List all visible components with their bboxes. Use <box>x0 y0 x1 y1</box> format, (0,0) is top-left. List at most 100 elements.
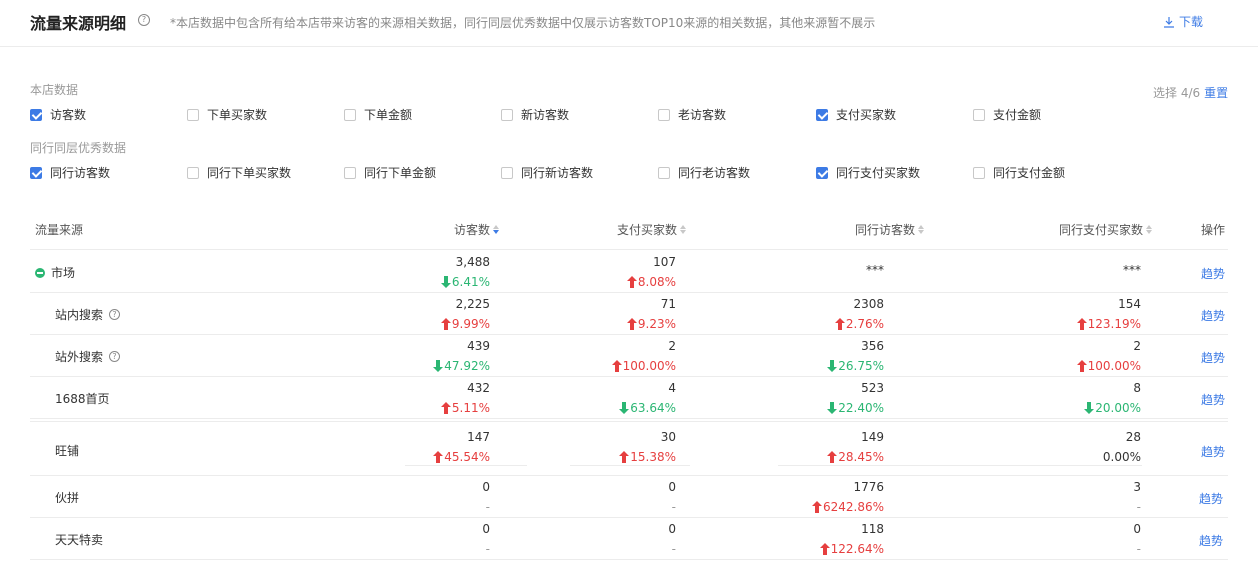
metric-change: 9.23% <box>626 316 676 332</box>
metric-value: 2,225 <box>455 297 490 311</box>
store-metric-checkbox-6[interactable]: 支付金额 <box>973 106 1041 123</box>
checkbox-unchecked-icon[interactable] <box>501 166 513 179</box>
column-peer-visitors[interactable]: 同行访客数 <box>855 221 924 238</box>
store-metric-checkbox-label[interactable]: 支付金额 <box>993 106 1041 123</box>
peer-metric-checkbox-2[interactable]: 同行下单金额 <box>344 164 436 181</box>
arrow-down-icon <box>440 276 451 288</box>
column-pay-buyers[interactable]: 支付买家数 <box>617 221 686 238</box>
checkbox-checked-icon[interactable] <box>816 166 828 179</box>
sort-icon[interactable] <box>680 225 686 234</box>
arrow-up-icon <box>834 318 845 330</box>
peer-metric-checkbox-0[interactable]: 同行访客数 <box>30 164 110 181</box>
trend-link[interactable]: 趋势 <box>1201 265 1225 282</box>
metric-cell: 28 0.00% <box>1103 429 1141 465</box>
download-icon <box>1164 16 1174 28</box>
checkbox-checked-icon[interactable] <box>30 108 42 121</box>
help-icon[interactable]: ? <box>138 14 150 26</box>
peer-metric-checkbox-3[interactable]: 同行新访客数 <box>501 164 593 181</box>
trend-link[interactable]: 趋势 <box>1201 443 1225 460</box>
metric-cell: 2 100.00% <box>611 338 676 374</box>
metric-value: 3 <box>1133 480 1141 494</box>
checkbox-unchecked-icon[interactable] <box>973 108 985 121</box>
source-name-label: 天天特卖 <box>55 533 104 547</box>
checkbox-unchecked-icon[interactable] <box>973 166 985 179</box>
store-metric-checkbox-4[interactable]: 老访客数 <box>658 106 726 123</box>
checkbox-unchecked-icon[interactable] <box>658 108 670 121</box>
peer-metric-checkbox-label[interactable]: 同行访客数 <box>50 164 110 181</box>
column-source-label: 流量来源 <box>35 223 84 237</box>
source-name-label: 市场 <box>51 266 76 280</box>
peer-metric-checkbox-label[interactable]: 同行支付买家数 <box>836 164 920 181</box>
store-metric-checkbox-label[interactable]: 下单买家数 <box>207 106 267 123</box>
peer-metric-checkbox-4[interactable]: 同行老访客数 <box>658 164 750 181</box>
table-row: 伙拼 0-0-1776 6242.86% 3- 趋势 <box>30 476 1228 518</box>
reset-link[interactable]: 重置 <box>1204 86 1228 100</box>
checkbox-unchecked-icon[interactable] <box>658 166 670 179</box>
checkbox-unchecked-icon[interactable] <box>344 108 356 121</box>
peer-metric-checkbox-1[interactable]: 同行下单买家数 <box>187 164 291 181</box>
store-metric-checkbox-label[interactable]: 支付买家数 <box>836 106 896 123</box>
table-row: 旺铺 147 45.54% 30 15.38% 149 28.45% 28 0.00% 趋势 <box>30 424 1228 476</box>
peer-metric-checkbox-label[interactable]: 同行老访客数 <box>678 164 750 181</box>
peer-metric-checkbox-label[interactable]: 同行支付金额 <box>993 164 1065 181</box>
store-metric-checkbox-label[interactable]: 新访客数 <box>521 106 569 123</box>
store-metric-checkbox-0[interactable]: 访客数 <box>30 106 86 123</box>
help-icon[interactable]: ? <box>109 309 121 320</box>
arrow-up-icon <box>1076 360 1087 372</box>
trend-link[interactable]: 趋势 <box>1199 532 1223 549</box>
help-icon[interactable]: ? <box>109 351 121 362</box>
peer-metric-checkbox-5[interactable]: 同行支付买家数 <box>816 164 920 181</box>
store-metric-checkbox-label[interactable]: 老访客数 <box>678 106 726 123</box>
metric-change: 22.40% <box>827 400 884 416</box>
metric-change-value: 122.64% <box>830 542 884 556</box>
column-peer-visitors-label: 同行访客数 <box>854 223 915 237</box>
metric-change-value: 22.40% <box>838 401 884 415</box>
metric-change-value: 6.41% <box>451 275 490 289</box>
table-row: 站外搜索? 439 47.92% 2 100.00% 356 26.75% 2 100.00% 趋… <box>30 335 1228 377</box>
metric-cell: 2,225 9.99% <box>440 296 490 332</box>
checkbox-unchecked-icon[interactable] <box>187 166 199 179</box>
checkbox-unchecked-icon[interactable] <box>344 166 356 179</box>
metric-change: - <box>1133 499 1141 515</box>
metric-change-value: 100.00% <box>1087 359 1141 373</box>
metric-cell: 439 47.92% <box>433 338 490 374</box>
checkbox-checked-icon[interactable] <box>30 166 42 179</box>
trend-link[interactable]: 趋势 <box>1199 490 1223 507</box>
column-visitors[interactable]: 访客数 <box>454 221 499 238</box>
metric-change: 123.19% <box>1076 316 1141 332</box>
peer-metric-checkbox-label[interactable]: 同行新访客数 <box>521 164 593 181</box>
store-metric-checkbox-1[interactable]: 下单买家数 <box>187 106 267 123</box>
metric-change-value: - <box>671 500 676 514</box>
store-metric-checkbox-5[interactable]: 支付买家数 <box>816 106 896 123</box>
sort-icon[interactable] <box>918 225 924 234</box>
trend-link[interactable]: 趋势 <box>1201 391 1225 408</box>
checkbox-unchecked-icon[interactable] <box>187 108 199 121</box>
source-name-label: 站内搜索 <box>55 308 104 322</box>
download-button[interactable]: 下载 <box>1163 13 1203 30</box>
store-metric-checkbox-label[interactable]: 下单金额 <box>364 106 412 123</box>
cell-divider <box>405 465 527 466</box>
trend-link[interactable]: 趋势 <box>1201 307 1225 324</box>
arrow-down-icon <box>619 402 630 414</box>
column-source: 流量来源 <box>35 221 83 238</box>
sort-icon[interactable] <box>1146 225 1152 234</box>
collapse-icon[interactable] <box>35 267 45 278</box>
metric-change: 45.54% <box>433 449 490 465</box>
peer-metric-checkbox-6[interactable]: 同行支付金额 <box>973 164 1065 181</box>
metric-change: 100.00% <box>1076 358 1141 374</box>
trend-link[interactable]: 趋势 <box>1201 349 1225 366</box>
column-pay-buyers-label: 支付买家数 <box>616 223 677 237</box>
metric-value: 71 <box>660 297 676 311</box>
store-metric-checkbox-2[interactable]: 下单金额 <box>344 106 412 123</box>
sort-icon[interactable] <box>493 225 499 234</box>
store-metric-checkbox-3[interactable]: 新访客数 <box>501 106 569 123</box>
metric-change: 28.45% <box>827 449 884 465</box>
peer-metric-checkbox-label[interactable]: 同行下单金额 <box>364 164 436 181</box>
peer-metric-checkbox-label[interactable]: 同行下单买家数 <box>207 164 291 181</box>
metric-change-value: 45.54% <box>444 450 490 464</box>
metric-value: 439 <box>467 339 490 353</box>
column-peer-pay-buyers[interactable]: 同行支付买家数 <box>1059 221 1152 238</box>
checkbox-unchecked-icon[interactable] <box>501 108 513 121</box>
store-metric-checkbox-label[interactable]: 访客数 <box>50 106 86 123</box>
checkbox-checked-icon[interactable] <box>816 108 828 121</box>
